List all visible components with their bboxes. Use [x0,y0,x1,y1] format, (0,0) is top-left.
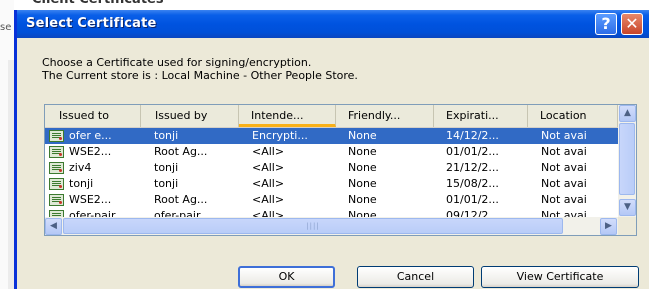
cell-friendly-name: None [348,177,377,190]
cell-issued-to: tonji [69,177,94,190]
scroll-right-button[interactable]: ▶ [600,218,617,235]
column-expiration-date[interactable]: Expirati... [434,105,528,127]
column-friendly-name[interactable]: Friendly... [336,105,434,127]
cancel-button[interactable]: Cancel [357,266,474,288]
cell-friendly-name: None [348,145,377,158]
certificate-icon [49,194,64,206]
table-row[interactable]: WSE2... Root Ag... <All> None 01/01/2... Not … [45,144,618,160]
horizontal-scroll-thumb[interactable]: |||| [63,218,563,234]
vertical-scrollbar[interactable]: ▲ ▼ [618,105,636,217]
close-icon[interactable]: ✕ [621,13,643,35]
ok-button[interactable]: OK [238,266,335,288]
cell-location: Not avai [541,193,587,206]
horizontal-scrollbar[interactable]: ◀ |||| ▶ [45,217,618,235]
column-location[interactable]: Location [528,105,618,127]
cell-issued-to: WSE2... [69,193,112,206]
cell-intended-purposes: Encrypti... [252,129,308,142]
cell-intended-purposes: <All> [252,177,285,190]
cell-issued-by: tonji [154,161,179,174]
cell-intended-purposes: <All> [252,145,285,158]
cell-issued-to: ofer e... [69,129,112,142]
cell-expiration-date: 15/08/2... [446,177,499,190]
cell-friendly-name: None [348,161,377,174]
certificate-icon [49,130,64,142]
list-header: Issued to Issued by Intende... Friendly.… [45,105,618,128]
column-issued-to[interactable]: Issued to [45,105,141,127]
background-window-title: Client Certificates [32,0,164,8]
description-line-2: The Current store is : Local Machine - O… [42,69,358,82]
vertical-scroll-thumb[interactable] [619,123,635,195]
scrollbar-corner [618,217,636,235]
table-row[interactable]: tonji tonji <All> None 15/08/2... Not avai [45,176,618,192]
description-line-1: Choose a Certificate used for signing/en… [42,56,312,69]
cell-location: Not avai [541,161,587,174]
cell-expiration-date: 21/12/2... [446,161,499,174]
cell-intended-purposes: <All> [252,161,285,174]
cell-issued-by: Root Ag... [154,193,208,206]
cell-issued-by: tonji [154,129,179,142]
scroll-down-button[interactable]: ▼ [619,199,636,216]
certificate-list[interactable]: Issued to Issued by Intende... Friendly.… [44,104,637,236]
scroll-up-button[interactable]: ▲ [619,105,636,122]
dialog-title: Select Certificate [26,16,157,31]
cell-location: Not avai [541,129,587,142]
cell-intended-purposes: <All> [252,193,285,206]
cell-issued-by: tonji [154,177,179,190]
cell-issued-to: ziv4 [69,161,92,174]
cell-issued-to: WSE2... [69,145,112,158]
certificate-icon [49,146,64,158]
select-certificate-dialog: Select Certificate ? ✕ Choose a Certific… [14,10,649,289]
cell-friendly-name: None [348,129,377,142]
help-icon[interactable]: ? [595,13,617,35]
dialog-titlebar[interactable]: Select Certificate ? ✕ [17,10,649,38]
dialog-description: Choose a Certificate used for signing/en… [42,56,358,82]
column-intended-purposes[interactable]: Intende... [239,105,336,127]
cell-expiration-date: 01/01/2... [446,193,499,206]
column-issued-by[interactable]: Issued by [141,105,239,127]
certificate-icon [49,178,64,190]
cell-location: Not avai [541,145,587,158]
table-row[interactable]: ofer e... tonji Encrypti... None 14/12/2... N… [45,128,618,144]
cell-issued-by: Root Ag... [154,145,208,158]
cell-expiration-date: 01/01/2... [446,145,499,158]
certificate-icon [49,162,64,174]
scroll-left-button[interactable]: ◀ [45,218,62,235]
cell-friendly-name: None [348,193,377,206]
cell-location: Not avai [541,177,587,190]
view-certificate-button[interactable]: View Certificate [481,266,639,288]
cell-expiration-date: 14/12/2... [446,129,499,142]
table-row[interactable]: ziv4 tonji <All> None 21/12/2... Not avai [45,160,618,176]
table-row[interactable]: WSE2... Root Ag... <All> None 01/01/2... Not … [45,192,618,208]
